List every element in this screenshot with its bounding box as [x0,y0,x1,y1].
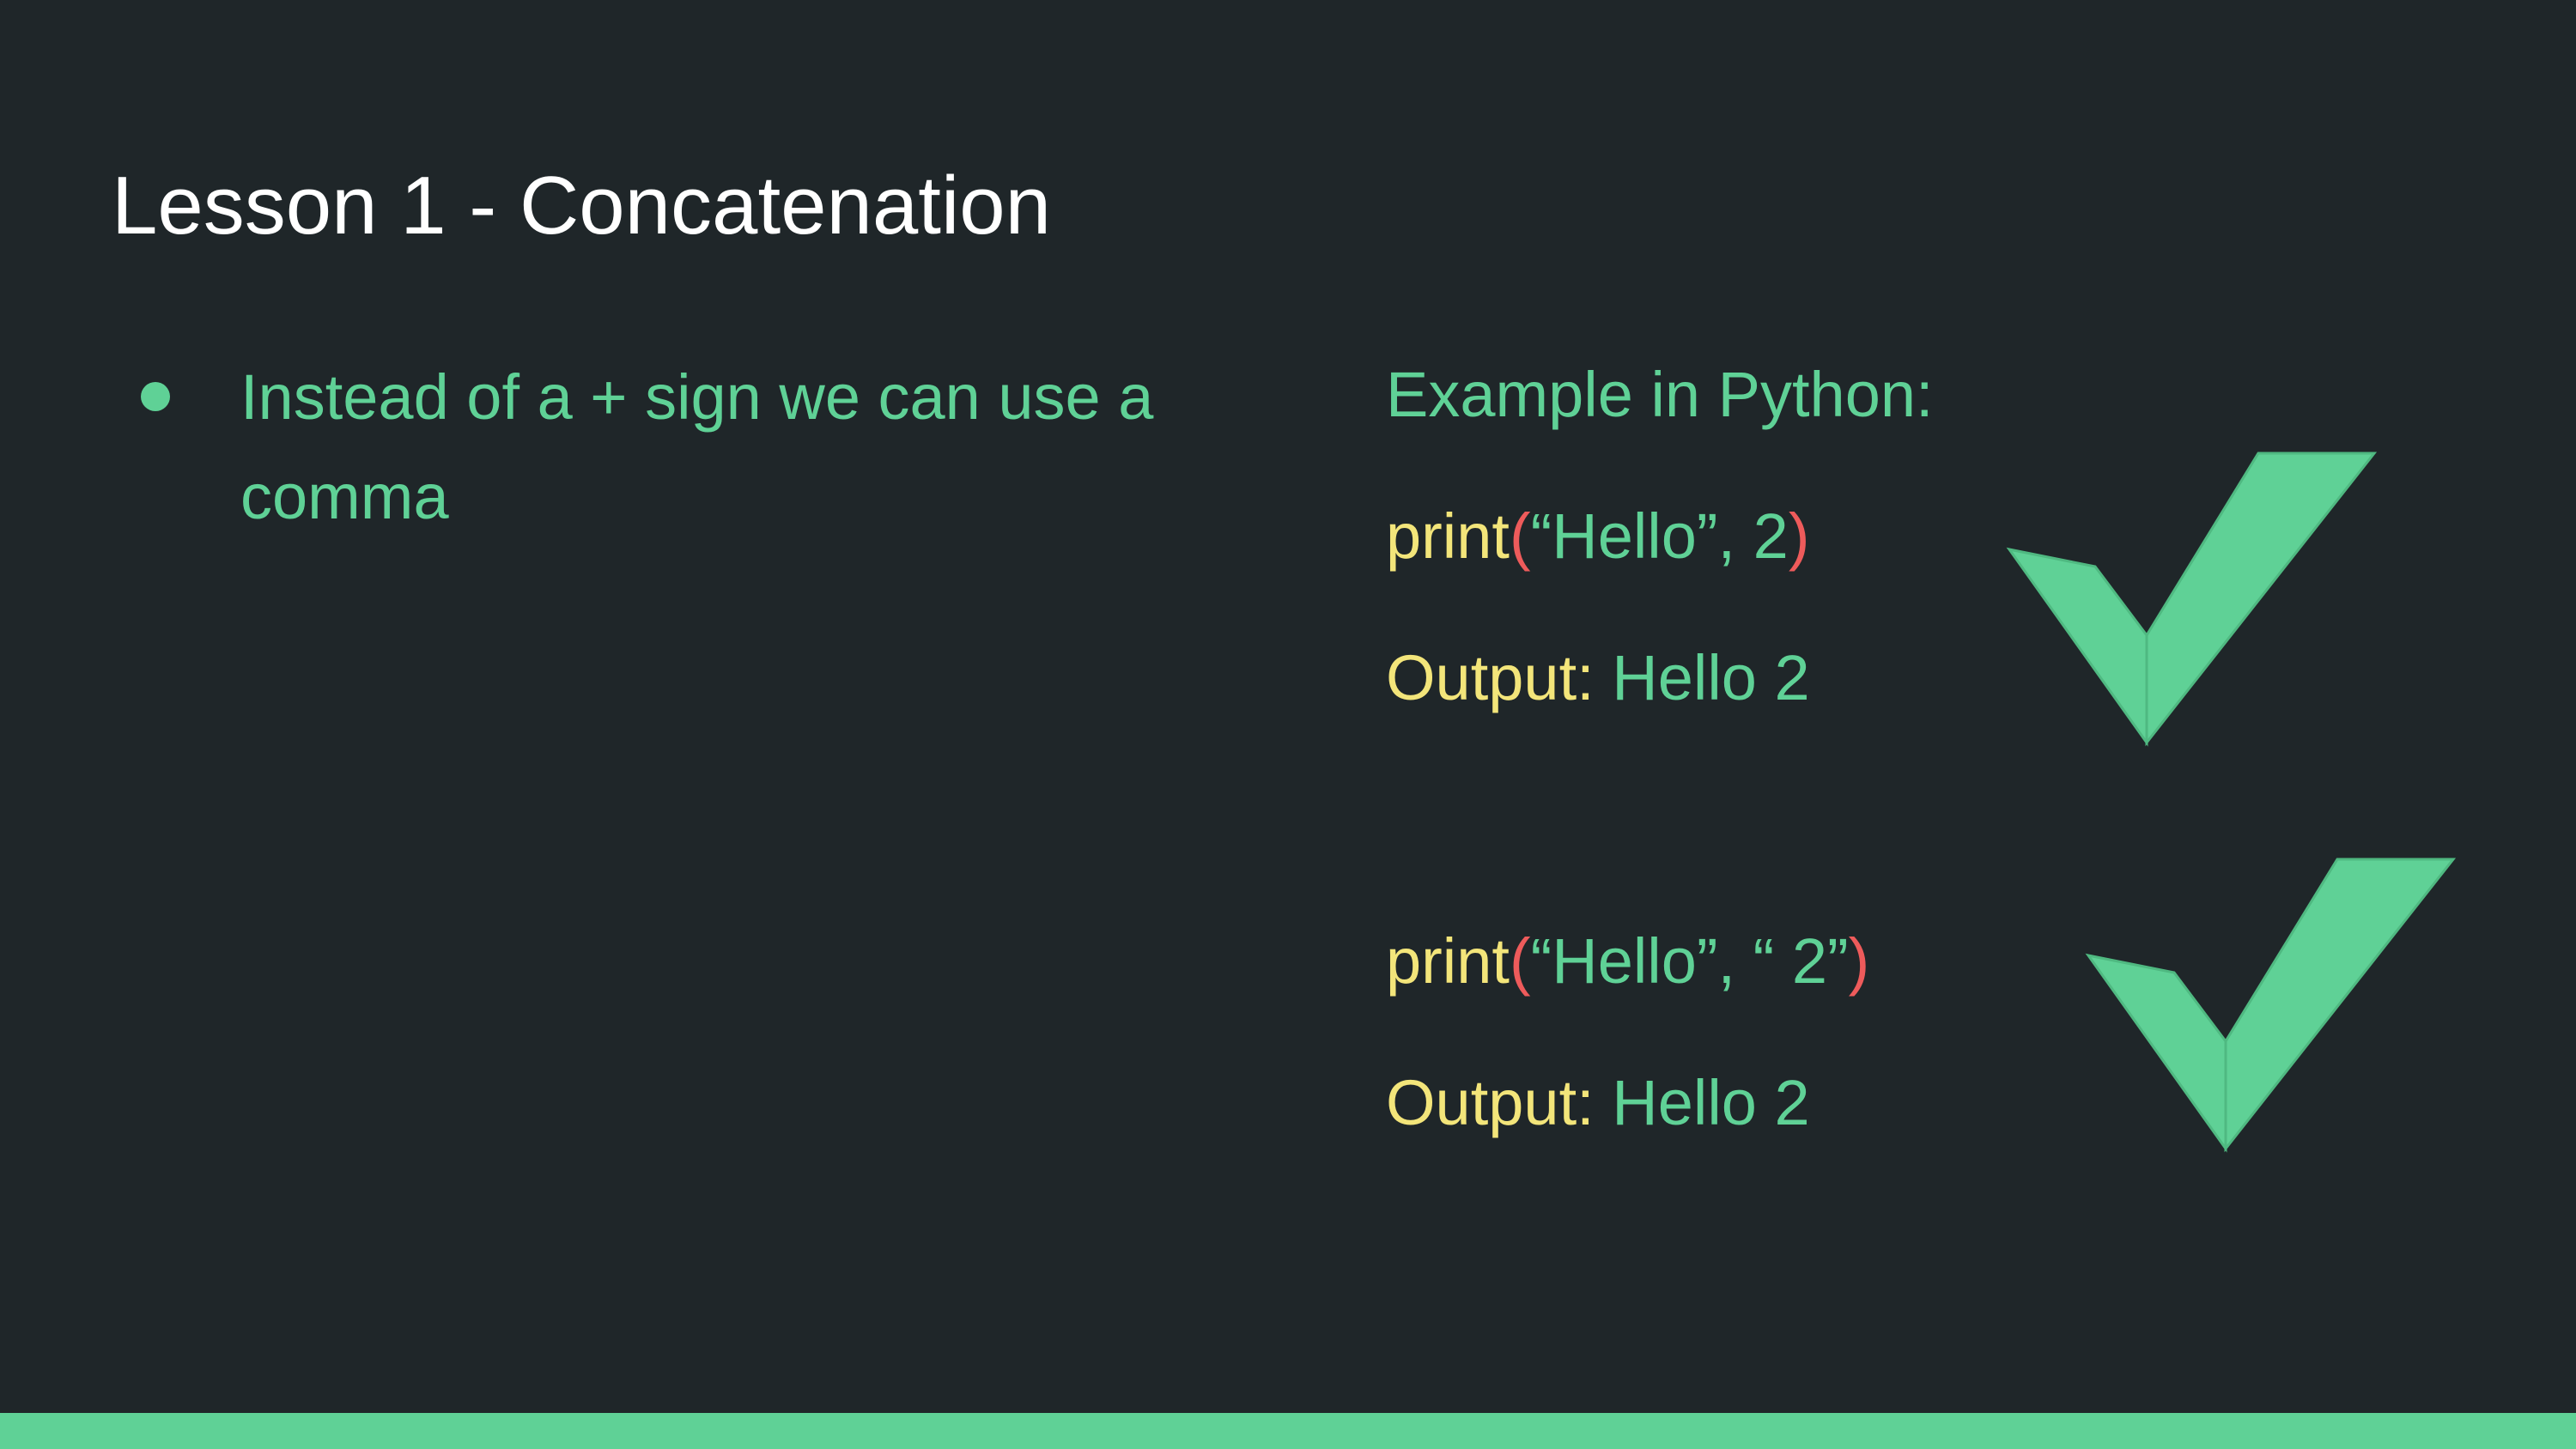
slide-title: Lesson 1 - Concatenation [112,160,1052,252]
bullet-item-text: Instead of a + sign we can use a comma [240,361,1154,532]
bullet-list: Instead of a + sign we can use a comma [129,348,1245,547]
example1-output-label: Output: [1386,642,1595,713]
bottom-accent-bar [0,1413,2576,1449]
example2-func: print [1386,925,1510,997]
example2-output-label: Output: [1386,1067,1595,1138]
example2-output-value: Hello 2 [1612,1067,1810,1138]
example2-open-paren: ( [1509,925,1531,997]
example2-args: “Hello”, “ 2” [1530,925,1849,997]
example-heading: Example in Python: [1386,359,1934,430]
example1-args: “Hello”, 2 [1530,500,1789,572]
example2-code-line: print(“Hello”, “ 2”) [1386,919,1869,1004]
example1-code-line: print(“Hello”, 2) [1386,494,1809,579]
example1-open-paren: ( [1509,500,1531,572]
example2-output-line: Output: Hello 2 [1386,1060,1810,1146]
checkmark-icon [2006,452,2378,747]
example1-close-paren: ) [1788,500,1810,572]
bullet-dot-icon [141,382,170,411]
slide: Lesson 1 - Concatenation Instead of a + … [0,0,2576,1449]
example1-output-value: Hello 2 [1612,642,1810,713]
example1-func: print [1386,500,1510,572]
checkmark-icon [2085,858,2457,1153]
example1-output-line: Output: Hello 2 [1386,635,1810,721]
example2-close-paren: ) [1848,925,1870,997]
